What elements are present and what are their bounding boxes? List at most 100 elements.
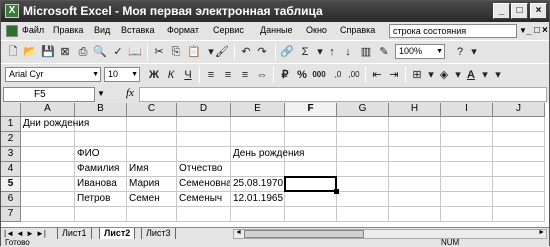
- merge-center-icon[interactable]: ⇔: [255, 68, 269, 82]
- underline-button[interactable]: Ч: [181, 68, 195, 82]
- thousands-button[interactable]: 000: [312, 68, 326, 82]
- excel-app-icon[interactable]: X: [5, 4, 19, 18]
- last-sheet-icon[interactable]: ►|: [36, 228, 46, 239]
- name-box[interactable]: F5: [3, 87, 95, 102]
- row-header-7[interactable]: 7: [1, 207, 21, 222]
- row-header-3[interactable]: 3: [1, 147, 21, 162]
- bold-button[interactable]: Ж: [147, 68, 161, 82]
- menu-format[interactable]: Формат: [167, 25, 199, 35]
- cell-d2[interactable]: [177, 132, 231, 147]
- cell-f1[interactable]: [285, 117, 337, 132]
- open-folder-icon[interactable]: 📂: [23, 45, 37, 59]
- cell-g1[interactable]: [337, 117, 389, 132]
- align-center-icon[interactable]: ≡: [221, 68, 235, 82]
- horizontal-scrollbar[interactable]: ◄ ►: [233, 229, 547, 239]
- doc-restore-button[interactable]: □: [534, 25, 540, 36]
- cell-h4[interactable]: [389, 162, 441, 177]
- doc-close-button[interactable]: ×: [542, 25, 548, 36]
- drawing-icon[interactable]: ✎: [377, 45, 391, 59]
- cell-e5[interactable]: 25.08.1970: [231, 177, 285, 192]
- cell-j7[interactable]: [493, 207, 545, 222]
- cell-g7[interactable]: [337, 207, 389, 222]
- scroll-left-icon[interactable]: ◄: [235, 229, 242, 236]
- cell-c2[interactable]: [127, 132, 177, 147]
- cell-i5[interactable]: [441, 177, 493, 192]
- cell-b5[interactable]: Иванова: [75, 177, 127, 192]
- cell-e7[interactable]: [231, 207, 285, 222]
- cell-h2[interactable]: [389, 132, 441, 147]
- column-header-i[interactable]: I: [441, 103, 493, 117]
- redo-icon[interactable]: ↷: [255, 45, 269, 59]
- column-header-b[interactable]: B: [75, 103, 127, 117]
- row-header-4[interactable]: 4: [1, 162, 21, 177]
- cell-b7[interactable]: [75, 207, 127, 222]
- cell-j3[interactable]: [493, 147, 545, 162]
- borders-icon[interactable]: ⊞: [410, 68, 424, 82]
- cell-j6[interactable]: [493, 192, 545, 207]
- menu-insert[interactable]: Вставка: [121, 25, 154, 35]
- borders-dropdown-icon[interactable]: ▾: [424, 68, 438, 82]
- menu-edit[interactable]: Правка: [53, 25, 83, 35]
- menu-file[interactable]: Файл: [22, 25, 44, 35]
- cell-b3[interactable]: ФИО: [75, 147, 127, 162]
- format-painter-icon[interactable]: 🖌: [215, 45, 229, 59]
- cell-a6[interactable]: [21, 192, 75, 207]
- permission-icon[interactable]: ⊠: [58, 45, 72, 59]
- column-header-g[interactable]: G: [337, 103, 389, 117]
- cell-b2[interactable]: [75, 132, 127, 147]
- column-header-d[interactable]: D: [177, 103, 231, 117]
- decrease-indent-icon[interactable]: ⇤: [370, 68, 384, 82]
- cell-c3[interactable]: [127, 147, 177, 162]
- cell-d3[interactable]: [177, 147, 231, 162]
- cell-i4[interactable]: [441, 162, 493, 177]
- row-header-2[interactable]: 2: [1, 132, 21, 147]
- sort-ascending-icon[interactable]: ↑: [325, 45, 339, 59]
- cell-c5[interactable]: Мария: [127, 177, 177, 192]
- column-header-c[interactable]: C: [127, 103, 177, 117]
- cell-h1[interactable]: [389, 117, 441, 132]
- menu-tools[interactable]: Сервис: [213, 25, 244, 35]
- cell-a5[interactable]: [21, 177, 75, 192]
- chevron-down-icon[interactable]: ▼: [97, 89, 105, 98]
- autosum-icon[interactable]: Σ: [298, 45, 312, 59]
- menu-data[interactable]: Данные: [260, 25, 293, 35]
- toolbar-options-icon[interactable]: ▾: [467, 45, 481, 59]
- percent-button[interactable]: %: [295, 68, 309, 82]
- spelling-icon[interactable]: ✓: [111, 45, 125, 59]
- scroll-right-icon[interactable]: ►: [538, 229, 545, 236]
- cell-h6[interactable]: [389, 192, 441, 207]
- active-cell-outline[interactable]: [284, 176, 337, 192]
- cell-e2[interactable]: [231, 132, 285, 147]
- column-header-h[interactable]: H: [389, 103, 441, 117]
- fill-color-dropdown-icon[interactable]: ▾: [451, 68, 465, 82]
- paste-icon[interactable]: 📋: [187, 45, 201, 59]
- cell-j4[interactable]: [493, 162, 545, 177]
- print-icon[interactable]: ⎙: [76, 45, 90, 59]
- italic-button[interactable]: К: [164, 68, 178, 82]
- scrollbar-thumb[interactable]: [244, 230, 364, 238]
- formula-input[interactable]: [139, 87, 547, 102]
- cut-icon[interactable]: ✂: [152, 45, 166, 59]
- cell-d6[interactable]: Семеныч: [177, 192, 231, 207]
- column-header-e[interactable]: E: [231, 103, 285, 117]
- cell-a3[interactable]: [21, 147, 75, 162]
- cell-j2[interactable]: [493, 132, 545, 147]
- cell-g6[interactable]: [337, 192, 389, 207]
- cell-a7[interactable]: [21, 207, 75, 222]
- close-button[interactable]: ×: [530, 3, 547, 19]
- cell-f2[interactable]: [285, 132, 337, 147]
- cell-a4[interactable]: [21, 162, 75, 177]
- cell-g4[interactable]: [337, 162, 389, 177]
- cell-d5[interactable]: Семеновна: [177, 177, 231, 192]
- menu-window[interactable]: Окно: [306, 25, 327, 35]
- insert-function-icon[interactable]: fx: [126, 87, 134, 99]
- workbook-icon[interactable]: [6, 25, 18, 37]
- maximize-button[interactable]: □: [511, 3, 528, 19]
- cell-f6[interactable]: [285, 192, 337, 207]
- column-header-j[interactable]: J: [493, 103, 545, 117]
- select-all-button[interactable]: [1, 103, 21, 117]
- align-left-icon[interactable]: ≡: [204, 68, 218, 82]
- save-icon[interactable]: 💾: [41, 45, 55, 59]
- cell-c4[interactable]: Имя: [127, 162, 177, 177]
- new-document-icon[interactable]: 🗋: [6, 45, 20, 59]
